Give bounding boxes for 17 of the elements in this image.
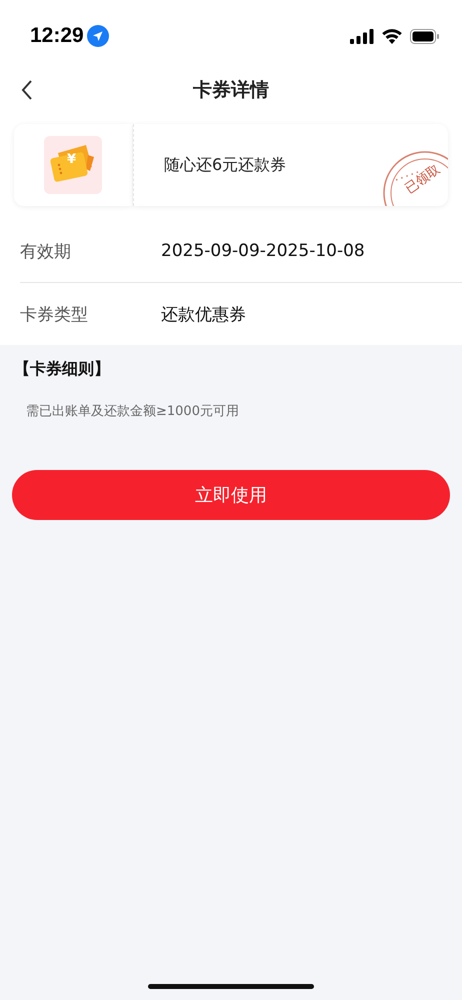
status-time: 12:29 [30,24,84,48]
field-value: 还款优惠券 [161,304,246,326]
battery-icon [410,28,440,44]
field-label: 卡券类型 [20,304,89,326]
stamp-text: 已领取 [402,161,444,198]
wifi-icon [381,28,403,44]
rules-title: 【卡券细则】 [14,359,111,380]
field-value: 2025-09-09-2025-10-08 [161,241,365,261]
yen-symbol: ¥ [67,152,76,167]
location-icon [86,25,109,47]
coupon-name: 随心还6元还款券 [164,154,286,176]
back-icon[interactable] [20,79,34,101]
field-label: 有效期 [20,240,72,262]
signal-icon [350,28,374,44]
use-now-button[interactable]: 立即使用 [12,470,450,520]
page-title: 卡券详情 [193,78,269,103]
rules-text: 需已出账单及还款金额≥1000元可用 [26,403,240,420]
